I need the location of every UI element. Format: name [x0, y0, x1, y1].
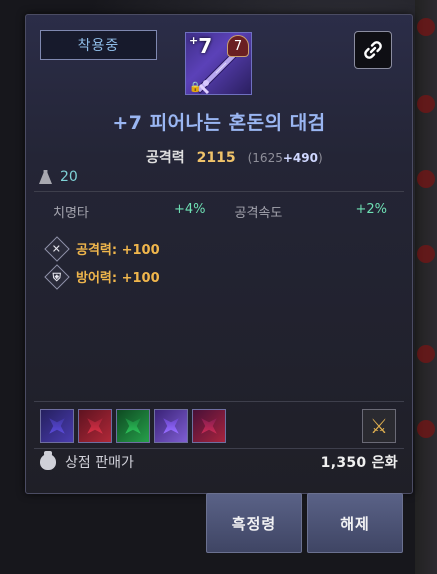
gem-slots	[40, 409, 226, 443]
bg-marker	[417, 420, 435, 438]
item-option: ⛨ 방어력: +100	[44, 263, 160, 290]
bg-marker	[417, 95, 435, 113]
gem-slot-crimson[interactable]	[192, 409, 226, 443]
shop-price-label: 상점 판매가	[65, 455, 134, 471]
tier-badge: 7	[227, 35, 249, 57]
bg-marker	[417, 170, 435, 188]
sub-stat-label: 공격속도	[234, 206, 283, 221]
link-icon	[364, 41, 382, 59]
weight: 20	[39, 169, 78, 185]
shop-price-label-group: 상점 판매가	[40, 451, 134, 472]
enhance-plus: +	[189, 34, 199, 47]
sub-stat: 치명타 +4%	[53, 202, 221, 221]
unequip-button[interactable]: 해제	[307, 493, 403, 553]
gem-slot-green[interactable]	[116, 409, 150, 443]
enhance-level: +7	[189, 34, 212, 58]
option-text: 방어력: +100	[76, 271, 160, 286]
enhance-number: 7	[198, 34, 213, 58]
crossed-swords-icon: ✕	[44, 235, 70, 262]
item-icon: +7 7 🔒	[185, 32, 252, 95]
money-bag-icon	[40, 451, 56, 470]
sub-stat-value: +2%	[355, 202, 387, 217]
main-stat-breakdown: (1625+490)	[247, 151, 323, 165]
gem-slot-violet[interactable]	[154, 409, 188, 443]
main-stat-base: 1625	[252, 151, 283, 165]
sub-stat-label: 치명타	[53, 206, 89, 221]
weight-value: 20	[60, 169, 78, 185]
main-stat-label: 공격력	[146, 150, 185, 166]
item-option: ✕ 공격력: +100	[44, 235, 160, 262]
shop-price-row: 상점 판매가 1,350 은화	[40, 451, 398, 472]
sub-stats: 치명타 +4% 공격속도 +2%	[53, 202, 387, 221]
background-right-strip	[415, 0, 437, 574]
equipped-badge: 착용중	[40, 30, 157, 60]
main-stat-value: 2115	[196, 150, 236, 166]
divider	[34, 448, 404, 449]
divider	[34, 191, 404, 192]
divider	[34, 401, 404, 402]
bg-marker	[417, 245, 435, 263]
crossed-swords-button[interactable]: ⚔	[362, 409, 396, 443]
sub-stat: 공격속도 +2%	[221, 202, 388, 221]
sub-stat-value: +4%	[173, 202, 206, 217]
black-spirit-button[interactable]: 흑정령	[206, 493, 302, 553]
shield-icon: ⛨	[44, 263, 70, 290]
option-text: 공격력: +100	[76, 243, 160, 258]
item-title: +7 피어나는 혼돈의 대검	[112, 112, 326, 134]
crossed-swords-icon: ⚔	[370, 414, 388, 438]
main-stat-bonus: +490	[282, 151, 318, 165]
link-button[interactable]	[354, 31, 392, 69]
bg-marker	[417, 18, 435, 36]
item-tooltip-panel: 착용중 +7 7 🔒 +7 피어나는 혼돈의 대검 공격력 2115 (1625…	[25, 14, 413, 494]
lock-icon: 🔒	[189, 82, 202, 93]
gem-slot-red[interactable]	[78, 409, 112, 443]
gem-slot-blue[interactable]	[40, 409, 74, 443]
main-stat: 공격력 2115 (1625+490)	[146, 147, 323, 167]
bg-marker	[417, 345, 435, 363]
weight-icon	[39, 170, 52, 184]
shop-price-value: 1,350 은화	[320, 455, 398, 471]
